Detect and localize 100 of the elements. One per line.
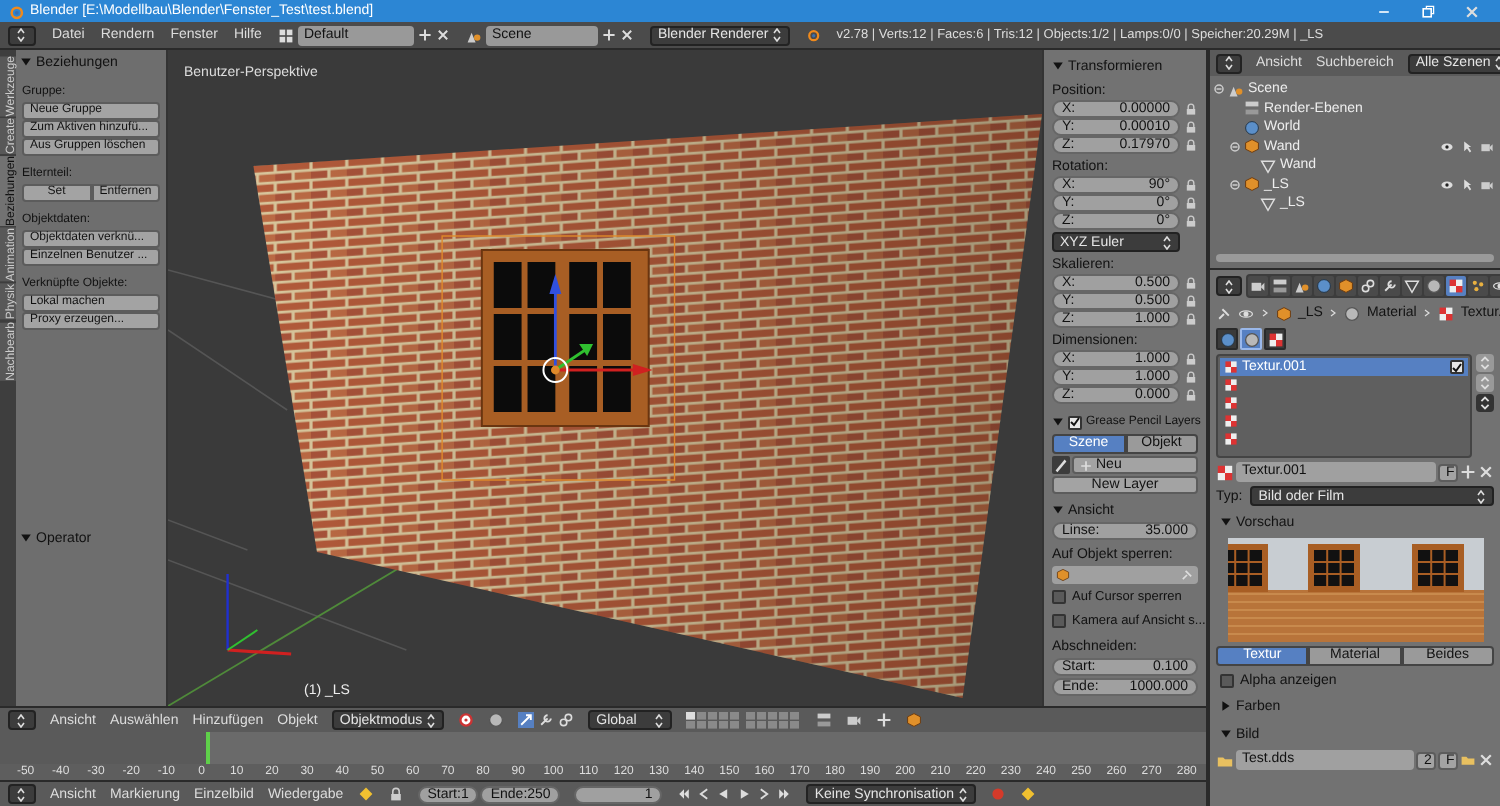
editor-type-dropdown[interactable] bbox=[8, 710, 36, 730]
properties-tab[interactable] bbox=[1336, 276, 1356, 296]
lock-icon[interactable] bbox=[1184, 214, 1198, 228]
pencil-icon[interactable] bbox=[1052, 456, 1070, 474]
folder-icon[interactable] bbox=[1460, 752, 1476, 768]
arrow-icon[interactable] bbox=[518, 712, 535, 728]
camera-icon[interactable] bbox=[846, 712, 863, 728]
sphere-icon[interactable] bbox=[488, 712, 505, 728]
plus-icon[interactable] bbox=[876, 712, 893, 728]
editor-type-dropdown[interactable] bbox=[1216, 53, 1242, 73]
close-icon[interactable] bbox=[619, 28, 634, 42]
editor-type-dropdown[interactable] bbox=[8, 25, 36, 45]
wrench-icon bbox=[1382, 278, 1398, 294]
lock-icon[interactable] bbox=[387, 786, 404, 802]
caret-icon bbox=[654, 713, 665, 727]
lock-icon[interactable] bbox=[1184, 352, 1198, 366]
triangle-down-icon[interactable] bbox=[20, 532, 32, 544]
lock-icon[interactable] bbox=[1184, 276, 1198, 290]
cursor-icon[interactable] bbox=[1460, 139, 1474, 154]
expand-toggle-icon[interactable] bbox=[1230, 179, 1240, 190]
checker-icon bbox=[1438, 305, 1455, 321]
lock-icon[interactable] bbox=[1184, 120, 1198, 134]
properties-tab[interactable] bbox=[1248, 276, 1268, 296]
checker-icon[interactable] bbox=[1216, 463, 1234, 481]
object-field[interactable] bbox=[1052, 566, 1198, 584]
checkbox[interactable] bbox=[1220, 673, 1234, 687]
triangle-down-icon[interactable] bbox=[1052, 416, 1064, 428]
checkbox[interactable] bbox=[1068, 415, 1082, 429]
plus-icon[interactable] bbox=[1460, 464, 1476, 480]
properties-tab[interactable] bbox=[1402, 276, 1422, 296]
camera-icon[interactable] bbox=[1480, 139, 1494, 154]
sphere-icon bbox=[1344, 305, 1361, 321]
expand-toggle-icon[interactable] bbox=[1214, 84, 1224, 95]
sphere-icon bbox=[1426, 278, 1442, 294]
properties-tab[interactable] bbox=[1270, 276, 1290, 296]
scrollbar[interactable] bbox=[1216, 254, 1494, 262]
chain-icon[interactable] bbox=[558, 712, 575, 728]
grid-icon[interactable] bbox=[277, 27, 294, 43]
checkbox[interactable] bbox=[1052, 614, 1066, 628]
chevron-icon[interactable] bbox=[696, 786, 713, 802]
layer-grid-icon[interactable] bbox=[686, 711, 803, 729]
triangle-down-icon[interactable] bbox=[1052, 504, 1064, 516]
expand-toggle-icon[interactable] bbox=[1230, 141, 1240, 152]
lock-icon[interactable] bbox=[1184, 196, 1198, 210]
chevron-icon bbox=[1422, 308, 1433, 318]
restore-icon[interactable] bbox=[1420, 3, 1436, 19]
skip-icon[interactable] bbox=[776, 786, 793, 802]
folder-icon[interactable] bbox=[1216, 751, 1234, 769]
camera-icon[interactable] bbox=[1480, 177, 1494, 192]
properties-tab[interactable] bbox=[1380, 276, 1400, 296]
wrench-icon[interactable] bbox=[538, 712, 555, 728]
plus-icon[interactable] bbox=[417, 28, 432, 42]
cube-icon[interactable] bbox=[906, 712, 923, 728]
close-icon[interactable] bbox=[1478, 752, 1494, 768]
key-icon[interactable] bbox=[357, 786, 374, 802]
caret-icon[interactable] bbox=[1476, 394, 1494, 412]
orbit-icon bbox=[1238, 305, 1254, 321]
scene-icon[interactable] bbox=[465, 27, 482, 43]
eye-icon[interactable] bbox=[1440, 139, 1454, 154]
triangle-down-icon[interactable] bbox=[1052, 60, 1064, 72]
close-icon[interactable] bbox=[435, 28, 450, 42]
close-icon[interactable] bbox=[1478, 464, 1494, 480]
checkbox[interactable] bbox=[1450, 360, 1464, 374]
layers-icon[interactable] bbox=[816, 712, 833, 728]
context-tab[interactable] bbox=[1264, 328, 1286, 350]
properties-tab[interactable] bbox=[1468, 276, 1488, 296]
key-icon[interactable] bbox=[1019, 786, 1036, 802]
plus-icon[interactable] bbox=[601, 28, 616, 42]
pivot-icon[interactable] bbox=[458, 712, 475, 728]
properties-tab[interactable] bbox=[1446, 276, 1466, 296]
properties-tab[interactable] bbox=[1292, 276, 1312, 296]
playhead[interactable] bbox=[206, 732, 211, 764]
cube-icon bbox=[1338, 278, 1354, 294]
triangle-right-icon[interactable] bbox=[1220, 700, 1232, 712]
pin-icon[interactable] bbox=[1216, 305, 1232, 321]
properties-tab[interactable] bbox=[1314, 276, 1334, 296]
editor-type-dropdown[interactable] bbox=[8, 784, 36, 804]
lock-icon[interactable] bbox=[1184, 178, 1198, 192]
properties-tab[interactable] bbox=[1424, 276, 1444, 296]
cursor-icon[interactable] bbox=[1460, 177, 1474, 192]
triangle-down-icon[interactable] bbox=[20, 56, 32, 68]
lock-icon[interactable] bbox=[1184, 294, 1198, 308]
lock-icon[interactable] bbox=[1184, 138, 1198, 152]
skip-icon[interactable] bbox=[676, 786, 693, 802]
globe-icon bbox=[1244, 119, 1260, 136]
caret-icon bbox=[957, 787, 968, 801]
checkbox[interactable] bbox=[1052, 590, 1066, 604]
lock-icon[interactable] bbox=[1184, 102, 1198, 116]
eye-icon[interactable] bbox=[1440, 177, 1454, 192]
chevron-icon[interactable] bbox=[756, 786, 773, 802]
dots-icon bbox=[1470, 278, 1486, 294]
chevron-icon bbox=[1328, 308, 1339, 318]
lock-icon[interactable] bbox=[1184, 370, 1198, 384]
triangle-down-icon[interactable] bbox=[1220, 516, 1232, 528]
lock-icon[interactable] bbox=[1184, 388, 1198, 402]
close-icon[interactable] bbox=[1464, 3, 1480, 19]
triangle-down-icon[interactable] bbox=[1220, 728, 1232, 740]
lock-icon[interactable] bbox=[1184, 312, 1198, 326]
properties-tab[interactable] bbox=[1358, 276, 1378, 296]
editor-type-dropdown[interactable] bbox=[1216, 276, 1242, 296]
